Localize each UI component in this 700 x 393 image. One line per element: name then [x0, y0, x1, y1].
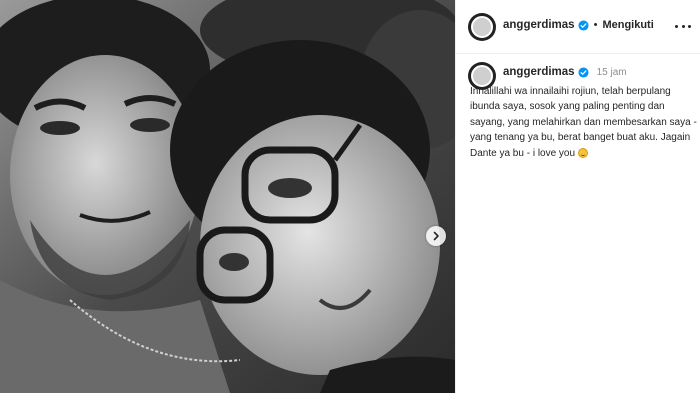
selfie-image: [0, 0, 455, 393]
verified-badge-icon: [578, 66, 589, 78]
chevron-right-icon: [433, 231, 439, 241]
more-options-icon: [688, 24, 691, 28]
more-options-icon: [681, 24, 685, 28]
header-user: anggerdimas • Mengikuti: [503, 19, 654, 31]
smiling-face-emoji-icon: [577, 147, 588, 158]
caption-header: anggerdimas 15 jam: [503, 66, 627, 78]
caption-username-link[interactable]: anggerdimas: [503, 66, 575, 78]
avatar-image: [471, 16, 493, 38]
post-timestamp[interactable]: 15 jam: [597, 67, 627, 78]
post-details-panel: anggerdimas • Mengikuti anggerdimas 15 j…: [455, 0, 700, 393]
post-photo[interactable]: [0, 0, 455, 393]
avatar[interactable]: [468, 13, 496, 41]
next-photo-button[interactable]: [426, 226, 446, 246]
separator-dot: •: [593, 19, 598, 31]
following-button[interactable]: Mengikuti: [602, 19, 653, 31]
verified-badge-icon: [578, 19, 589, 31]
caption-text: Innalillahi wa innailaihi rojiun, telah …: [470, 84, 699, 161]
post-header: anggerdimas • Mengikuti: [456, 0, 700, 54]
username-link[interactable]: anggerdimas: [503, 19, 575, 31]
more-options-button[interactable]: [675, 20, 691, 32]
more-options-icon: [675, 24, 678, 28]
